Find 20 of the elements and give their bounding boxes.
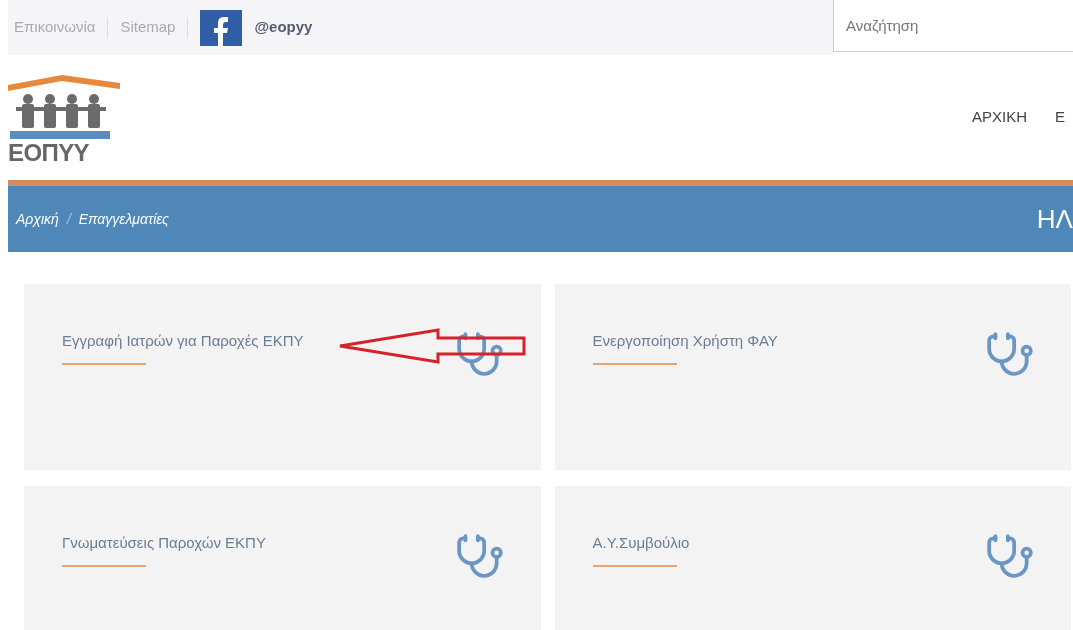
search-field[interactable]: Αναζήτηση [833, 0, 1073, 52]
breadcrumb-link[interactable]: Αρχική [16, 208, 59, 230]
breadcrumb-link[interactable]: Επαγγελματίες [78, 208, 169, 230]
card-title: Ενεργοποίηση Χρήστη ΦΑΥ [592, 331, 778, 351]
logo-text: ΕΟΠΥΥ [8, 140, 90, 165]
top-link[interactable]: Sitemap [120, 16, 176, 39]
top-link[interactable]: Επικοινωνία [14, 16, 96, 39]
service-card[interactable]: Εγγραφή Ιατρών για Παροχές ΕΚΠΥ [24, 284, 541, 470]
page-title: ΗΛ [1036, 202, 1073, 236]
card-title: Εγγραφή Ιατρών για Παροχές ΕΚΠΥ [62, 331, 304, 351]
service-card[interactable]: Γνωματεύσεις Παροχών ΕΚΠΥ [24, 486, 541, 630]
facebook-link[interactable]: @eopyy [254, 16, 313, 39]
service-card[interactable]: Ενεργοποίηση Χρήστη ΦΑΥ [554, 284, 1071, 470]
nav-link[interactable]: Ε [1055, 106, 1065, 129]
breadcrumb-separator: / [66, 209, 71, 229]
facebook-icon[interactable] [200, 9, 243, 46]
card-title: Α.Υ.Συμβούλιο [592, 533, 690, 553]
card-title: Γνωματεύσεις Παροχών ΕΚΠΥ [62, 533, 266, 553]
service-card[interactable]: Α.Υ.Συμβούλιο [554, 486, 1071, 630]
nav-link[interactable]: ΑΡΧΙΚΗ [971, 106, 1027, 129]
